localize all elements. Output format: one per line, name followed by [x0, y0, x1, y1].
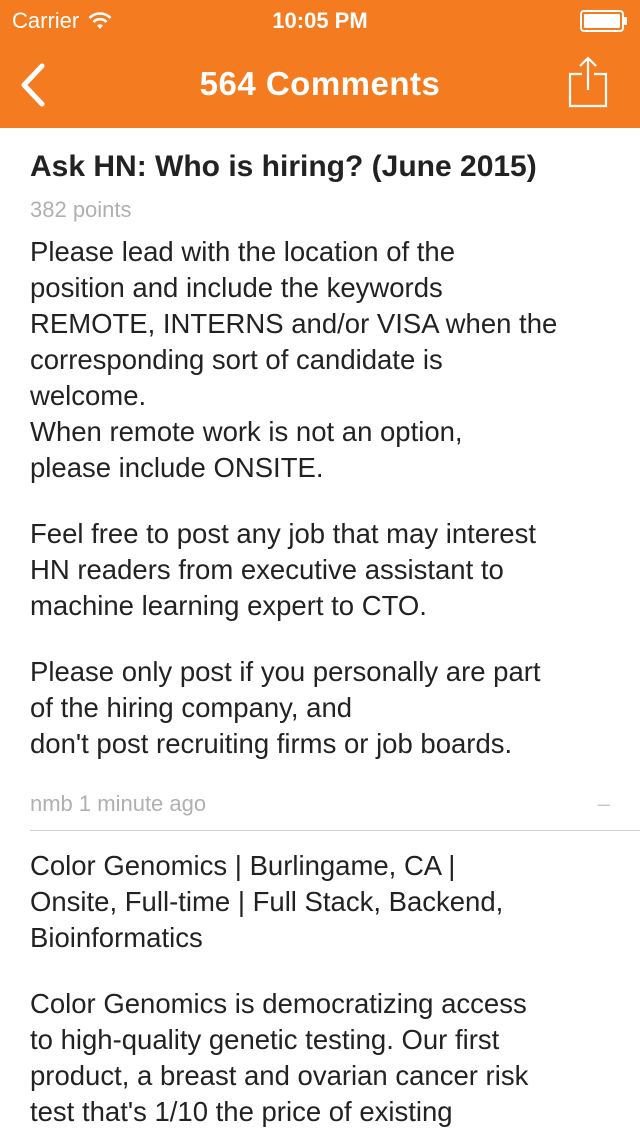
text-line: don't post recruiting firms or job board… — [30, 728, 513, 759]
battery-icon — [580, 10, 627, 32]
page-title: 564 Comments — [199, 65, 441, 102]
text-line: product, a breast and ovarian cancer ris… — [30, 1060, 529, 1091]
story-points: 382 points — [30, 197, 132, 222]
story-paragraph: Please only post if you personally are p… — [30, 654, 620, 762]
text-line: position and include the keywords — [30, 272, 443, 303]
text-line: Color Genomics | Burlingame, CA | — [30, 850, 456, 881]
text-line: Feel free to post any job that may inter… — [30, 518, 536, 549]
comment-text: Color Genomics | Burlingame, CA | Onsite… — [30, 848, 620, 1136]
comment-author-time[interactable]: nmb 1 minute ago — [30, 791, 206, 816]
comment-meta: nmb 1 minute ago – — [30, 790, 610, 818]
story-paragraph: Feel free to post any job that may inter… — [30, 516, 620, 624]
text-line: Please lead with the location of the — [30, 236, 456, 267]
story-paragraph: Please lead with the location of the pos… — [30, 234, 620, 486]
story-title[interactable]: Ask HN: Who is hiring? (June 2015) — [30, 148, 620, 186]
comment-paragraph: Color Genomics | Burlingame, CA | Onsite… — [30, 848, 620, 956]
text-line: Bioinformatics — [30, 922, 203, 953]
collapse-toggle[interactable]: – — [598, 790, 610, 818]
text-line: of the hiring company, and — [30, 692, 353, 723]
status-bar: Carrier 10:05 PM — [0, 0, 640, 40]
text-line: test that's 1/10 the price of existing — [30, 1096, 453, 1127]
text-line: corresponding sort of candidate is — [30, 344, 443, 375]
text-line: Color Genomics is democratizing access — [30, 988, 527, 1019]
clock: 10:05 PM — [272, 8, 368, 33]
text-line: machine learning expert to CTO. — [30, 590, 427, 621]
text-line: Please only post if you personally are p… — [30, 656, 541, 687]
text-line: Onsite, Full-time | Full Stack, Backend, — [30, 886, 504, 917]
comment-paragraph: Color Genomics is democratizing access t… — [30, 986, 620, 1130]
share-button[interactable] — [568, 56, 608, 108]
text-line: When remote work is not an option, — [30, 416, 463, 447]
text-line: please include ONSITE. — [30, 452, 324, 483]
text-line: welcome. — [30, 380, 147, 411]
navigation-bar: Carrier 10:05 PM 564 Comments — [0, 0, 640, 128]
story-text: Please lead with the location of the pos… — [30, 234, 620, 792]
comment-divider — [30, 830, 640, 831]
text-line: REMOTE, INTERNS and/or VISA when the — [30, 308, 558, 339]
text-line: to high-quality genetic testing. Our fir… — [30, 1024, 500, 1055]
text-line: HN readers from executive assistant to — [30, 554, 504, 585]
